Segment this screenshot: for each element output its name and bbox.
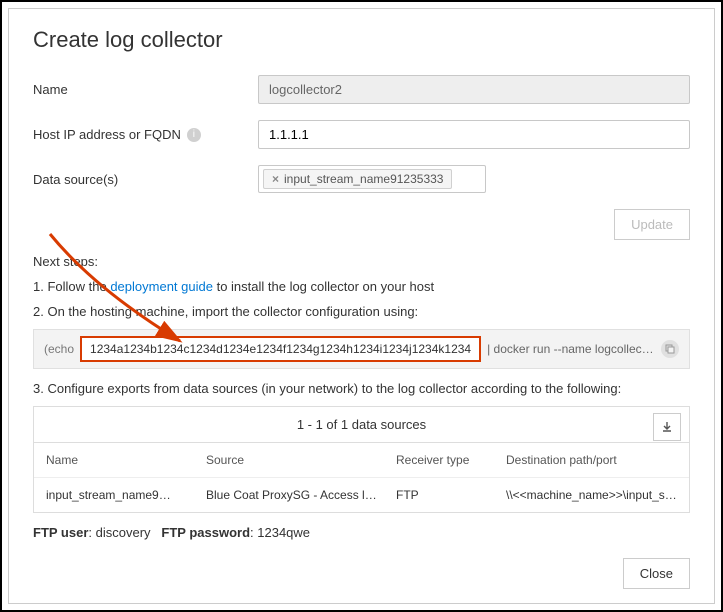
step-2: 2. On the hosting machine, import the co… [33, 304, 690, 319]
data-sources-table: 1 - 1 of 1 data sources Name Source Rece… [33, 406, 690, 513]
cell-name: input_stream_name9… [46, 488, 206, 502]
deployment-guide-link[interactable]: deployment guide [110, 279, 213, 294]
step-3: 3. Configure exports from data sources (… [33, 381, 690, 396]
remove-tag-icon[interactable]: × [272, 172, 279, 186]
col-source: Source [206, 453, 396, 467]
page-title: Create log collector [33, 27, 690, 53]
col-name: Name [46, 453, 206, 467]
row-name: Name [33, 75, 690, 104]
row-host: Host IP address or FQDN i [33, 120, 690, 149]
command-box: (echo 1234a1234b1234c1234d1234e1234f1234… [33, 329, 690, 369]
copy-icon[interactable] [661, 340, 679, 358]
dialog: Create log collector Name Host IP addres… [8, 8, 715, 604]
step-1-prefix: 1. Follow the [33, 279, 110, 294]
command-suffix: | docker run --name logcollector2 -p 21:… [487, 342, 655, 356]
host-label-text: Host IP address or FQDN [33, 127, 181, 142]
name-input [258, 75, 690, 104]
source-tag-label: input_stream_name91235333 [284, 172, 443, 186]
sources-input[interactable]: × input_stream_name91235333 [258, 165, 486, 193]
table-row[interactable]: input_stream_name9… Blue Coat ProxySG - … [34, 478, 689, 512]
command-prefix: (echo [44, 342, 74, 356]
ftp-user-label: FTP user [33, 525, 88, 540]
name-label: Name [33, 82, 258, 97]
info-icon[interactable]: i [187, 128, 201, 142]
window-outer: Create log collector Name Host IP addres… [0, 0, 723, 612]
table-pager: 1 - 1 of 1 data sources [297, 417, 426, 432]
ftp-password-label: FTP password [161, 525, 250, 540]
host-label: Host IP address or FQDN i [33, 127, 258, 142]
source-tag: × input_stream_name91235333 [263, 169, 452, 189]
ftp-password-value: 1234qwe [257, 525, 310, 540]
command-token-highlight: 1234a1234b1234c1234d1234e1234f1234g1234h… [80, 336, 481, 362]
next-steps-heading: Next steps: [33, 254, 690, 269]
close-button[interactable]: Close [623, 558, 690, 589]
cell-destination: \\<<machine_name>>\input_stre… [506, 488, 677, 502]
sources-label: Data source(s) [33, 172, 258, 187]
cell-source: Blue Coat ProxySG - Access l… [206, 488, 396, 502]
table-columns: Name Source Receiver type Destination pa… [34, 443, 689, 478]
cell-receiver: FTP [396, 488, 506, 502]
table-pager-row: 1 - 1 of 1 data sources [34, 407, 689, 443]
row-sources: Data source(s) × input_stream_name912353… [33, 165, 690, 193]
col-receiver: Receiver type [396, 453, 506, 467]
host-input[interactable] [258, 120, 690, 149]
step-1: 1. Follow the deployment guide to instal… [33, 279, 690, 294]
credentials: FTP user: discovery FTP password: 1234qw… [33, 525, 690, 540]
update-button[interactable]: Update [614, 209, 690, 240]
ftp-user-value: discovery [96, 525, 151, 540]
download-button[interactable] [653, 413, 681, 441]
step-1-suffix: to install the log collector on your hos… [213, 279, 434, 294]
col-destination: Destination path/port [506, 453, 677, 467]
